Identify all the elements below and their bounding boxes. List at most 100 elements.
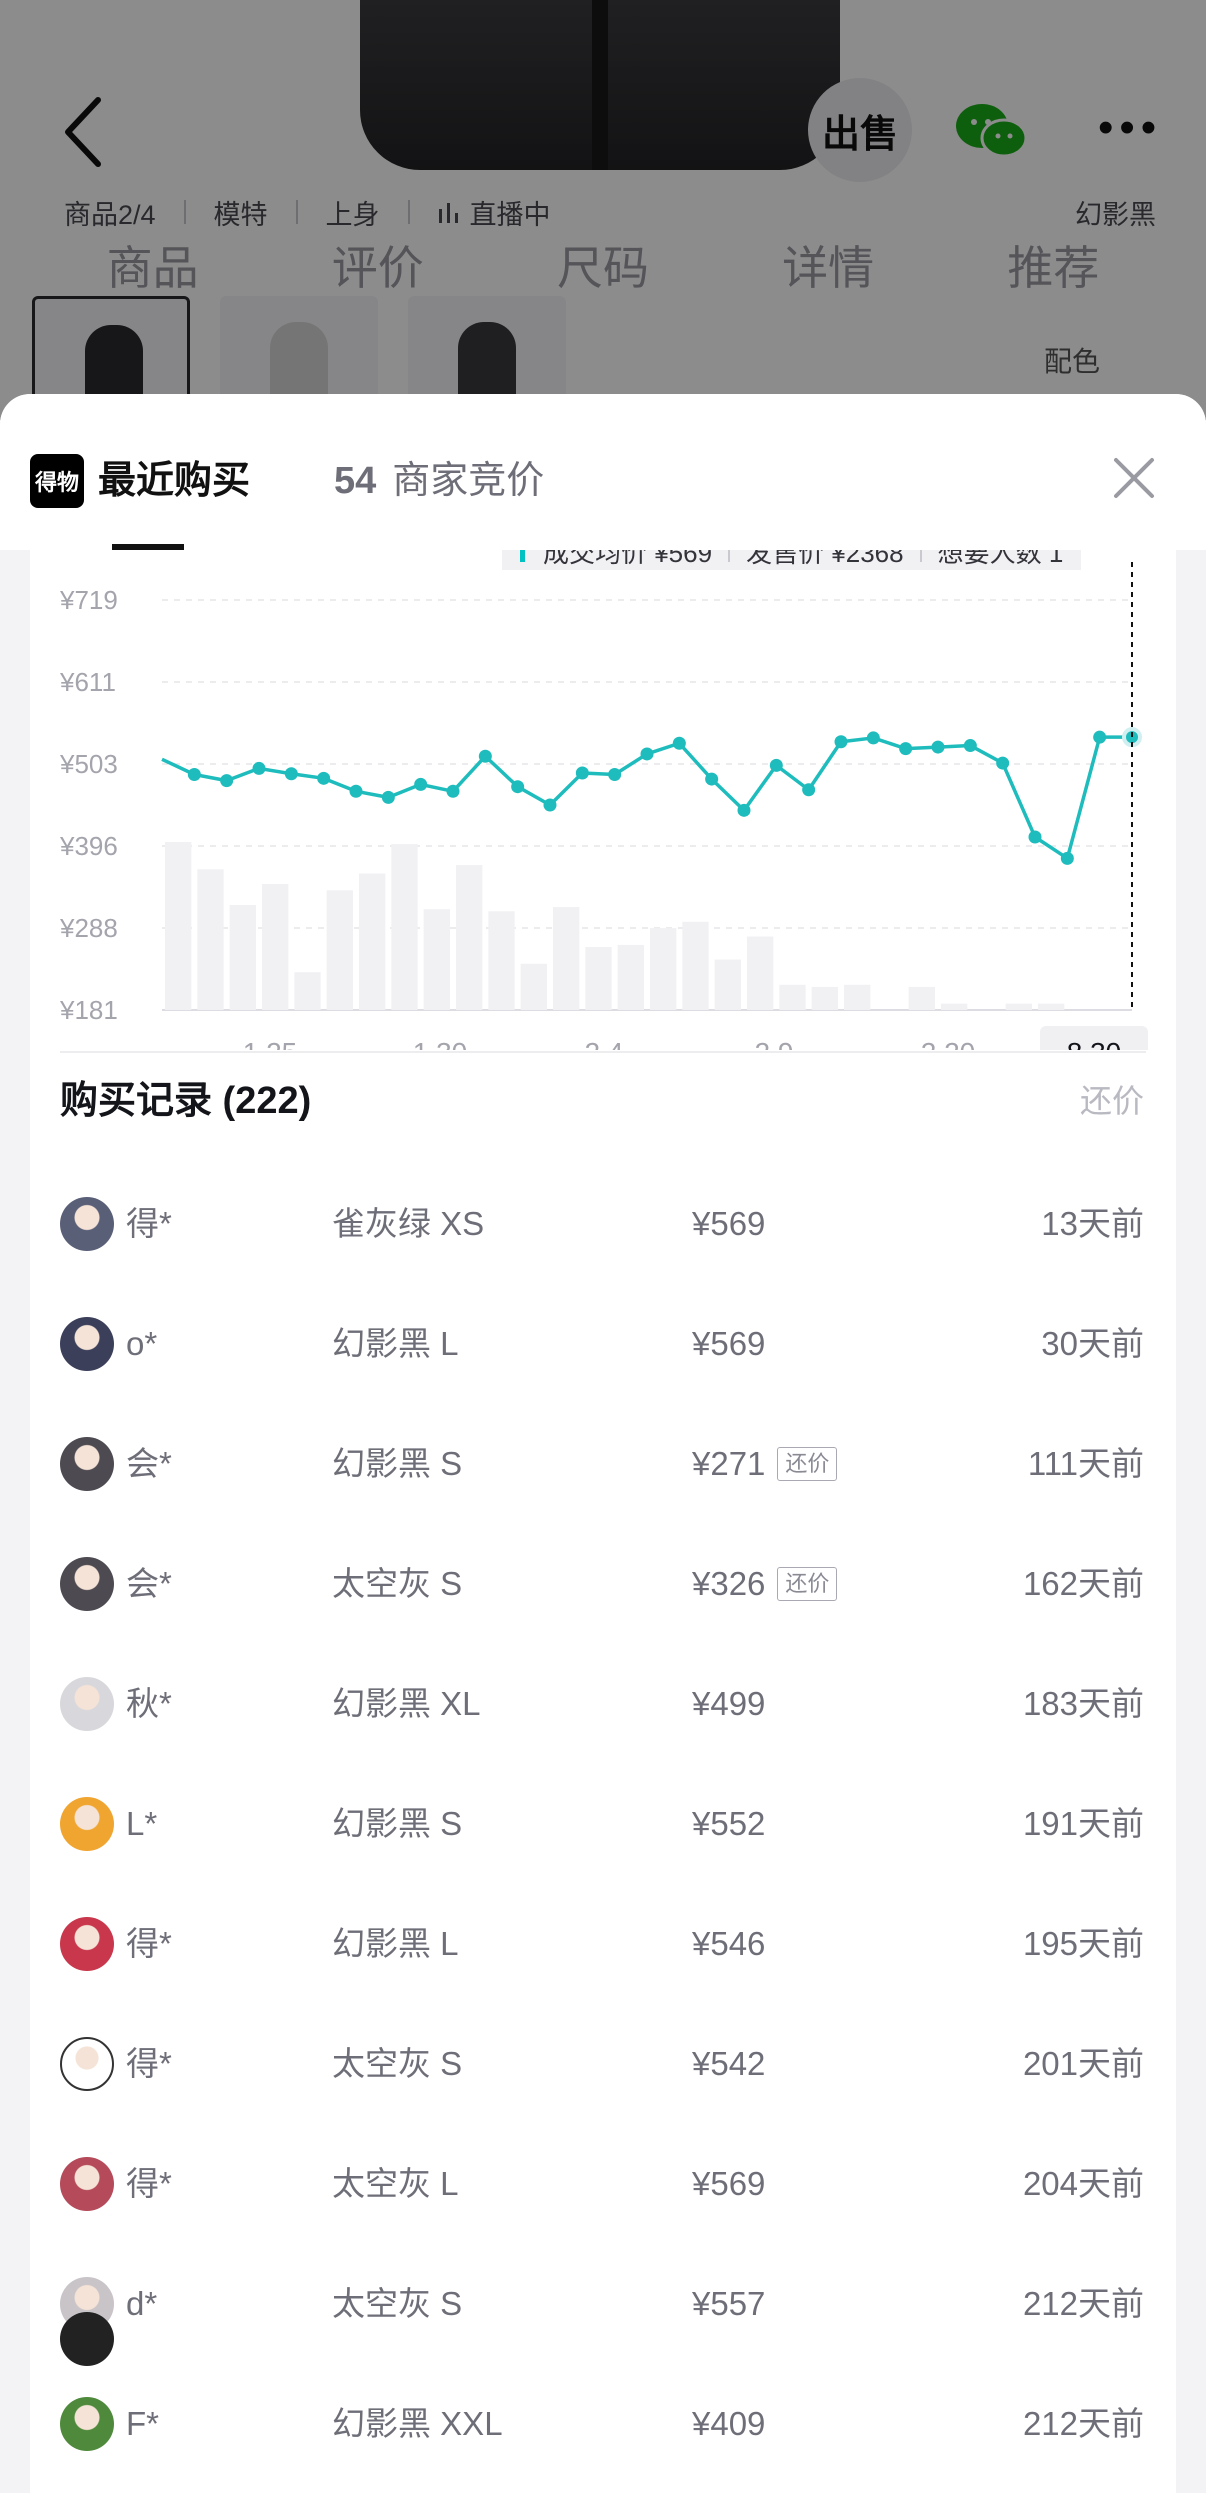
close-icon[interactable] <box>1108 452 1160 504</box>
data-point <box>931 740 945 754</box>
product-spec: 太空灰 S <box>332 2045 463 2082</box>
product-spec: 幻影黑 XXL <box>332 2405 503 2442</box>
price-value: ¥542 <box>692 2045 766 2082</box>
data-point <box>996 756 1010 770</box>
price-value: ¥409 <box>692 2405 766 2442</box>
y-tick-label: ¥503 <box>59 749 118 779</box>
price-cell: ¥542 <box>692 2036 765 2092</box>
data-point <box>446 784 460 798</box>
tab-merchant-bids[interactable]: 54 商家竞价 <box>334 454 544 508</box>
volume-bar <box>779 984 806 1010</box>
volume-bar <box>650 928 677 1010</box>
product-spec: 太空灰 L <box>332 2165 459 2202</box>
product-spec: 幻影黑 L <box>332 1325 459 1362</box>
user-name: d* <box>126 2285 158 2322</box>
user-name: F* <box>126 2405 159 2442</box>
legend-release-price: 发售价 ¥2368 <box>746 550 904 568</box>
avatar <box>60 1197 114 1251</box>
x-tick-label: 2.9 <box>755 1037 794 1050</box>
purchase-time: 13天前 <box>1041 1205 1144 1242</box>
modal-overlay[interactable] <box>0 0 1206 420</box>
volume-bar <box>326 890 353 1010</box>
data-point <box>478 749 492 763</box>
avatar <box>60 2037 114 2091</box>
data-point <box>575 766 589 780</box>
y-tick-label: ¥181 <box>59 995 118 1025</box>
sheet-header: 得物 最近购买 54 商家竞价 <box>0 394 1206 550</box>
volume-bar <box>1005 1003 1032 1010</box>
volume-bar <box>391 844 418 1010</box>
legend-avg-price: 成交均价 ¥569 <box>543 550 713 568</box>
price-cell: ¥557 <box>692 2276 765 2332</box>
purchase-time: 30天前 <box>1041 1325 1144 1362</box>
product-spec: 太空灰 S <box>332 2285 463 2322</box>
purchase-time: 162天前 <box>1022 1565 1144 1602</box>
price-value: ¥557 <box>692 2285 766 2322</box>
table-row: 秋* 幻影黑 XL ¥499 183天前 <box>30 1646 1176 1766</box>
price-cell: ¥271 还价 <box>692 1436 838 1492</box>
price-cell: ¥499 <box>692 1676 765 1732</box>
merchant-bid-label: 商家竞价 <box>392 460 545 502</box>
data-point <box>899 742 913 756</box>
product-spec: 幻影黑 L <box>332 1925 459 1962</box>
data-point <box>640 747 654 761</box>
price-cell: ¥326 还价 <box>692 1556 838 1612</box>
price-value: ¥326 <box>692 1565 766 1602</box>
data-point <box>414 777 428 791</box>
table-row: 会* 幻影黑 S ¥271 还价 111天前 <box>30 1406 1176 1526</box>
x-tick-label: 1.25 <box>243 1037 298 1050</box>
price-cell: ¥569 <box>692 2156 765 2212</box>
volume-bar <box>682 921 709 1010</box>
table-row: F* 幻影黑 XXL ¥409 212天前 <box>30 2366 1176 2486</box>
data-point <box>317 771 331 785</box>
data-point <box>252 761 266 775</box>
volume-bar <box>456 865 483 1010</box>
product-spec: 幻影黑 S <box>332 1805 463 1842</box>
data-point <box>381 790 395 804</box>
purchase-time: 212天前 <box>1022 2405 1144 2442</box>
purchase-time: 111天前 <box>1027 1445 1144 1482</box>
purchase-time: 201天前 <box>1022 2045 1144 2082</box>
price-value: ¥569 <box>692 1205 766 1242</box>
volume-bar <box>165 842 192 1010</box>
user-name: 会* <box>126 1565 172 1602</box>
volume-bar <box>262 884 289 1010</box>
chart-legend: 成交均价 ¥569 发售价 ¥2368 想要人数 1 <box>502 550 1178 570</box>
data-point <box>608 768 622 782</box>
avatar <box>60 1677 114 1731</box>
avatar <box>60 1317 114 1371</box>
volume-bar <box>423 909 450 1010</box>
volume-bar <box>1038 1003 1065 1010</box>
x-tick-label: 2.4 <box>585 1037 624 1050</box>
product-spec: 幻影黑 S <box>332 1445 463 1482</box>
user-name: 秋* <box>126 1685 172 1722</box>
data-point <box>284 767 298 781</box>
purchase-time: 212天前 <box>1022 2285 1144 2322</box>
y-tick-label: ¥719 <box>59 585 118 615</box>
section-divider <box>60 1051 1146 1053</box>
data-point <box>963 739 977 753</box>
offer-tag: 还价 <box>777 1447 838 1481</box>
offer-button[interactable]: 还价 <box>1080 1066 1144 1136</box>
volume-bar <box>553 907 580 1010</box>
data-point <box>1060 851 1074 865</box>
recent-purchases-sheet: 得物 最近购买 54 商家竞价 ¥719 ¥611 ¥503 ¥396 ¥288 ¥181… <box>0 394 1206 2493</box>
volume-bar <box>844 984 871 1010</box>
price-cell: ¥552 <box>692 1796 765 1852</box>
volume-bar <box>520 963 547 1010</box>
data-point <box>1028 830 1042 844</box>
price-cell: ¥569 <box>692 1316 765 1372</box>
volume-bar <box>811 986 838 1010</box>
offer-tag: 还价 <box>777 1567 838 1601</box>
y-tick-label: ¥288 <box>59 913 118 943</box>
avatar <box>60 2157 114 2211</box>
tab-recent-purchases[interactable]: 最近购买 <box>98 454 250 508</box>
volume-bar <box>714 959 741 1010</box>
data-point <box>511 780 525 794</box>
price-cell: ¥569 <box>692 1196 765 1252</box>
avatar <box>60 1797 114 1851</box>
price-value: ¥546 <box>692 1925 766 1962</box>
legend-wants: 想要人数 1 <box>937 550 1064 568</box>
price-chart: ¥719 ¥611 ¥503 ¥396 ¥288 ¥181 1.25 1.30 2.4 2.9 2.… <box>30 550 1176 1050</box>
table-row: 得* 幻影黑 L ¥546 195天前 <box>30 1886 1176 2006</box>
